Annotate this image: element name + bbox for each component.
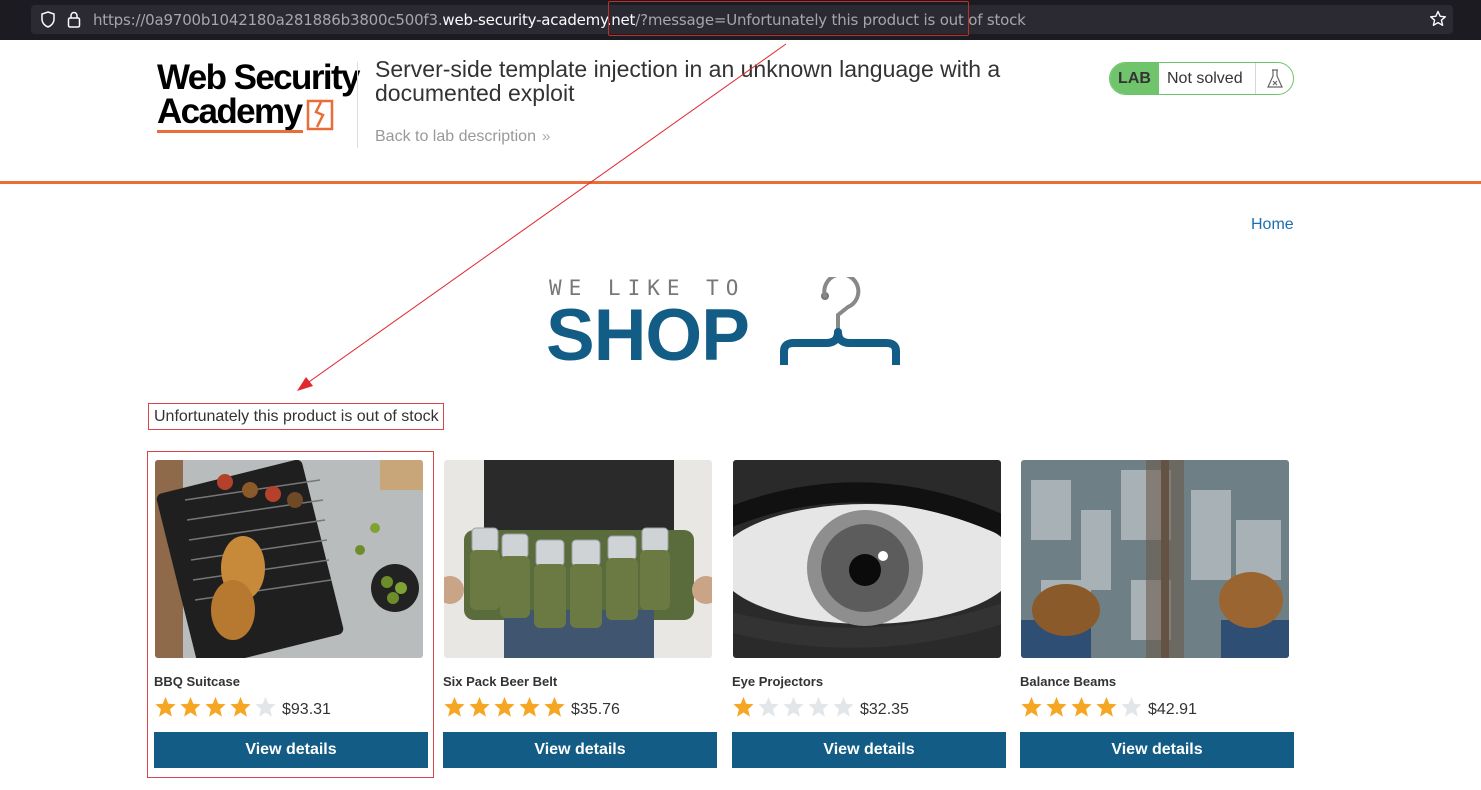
logo-line2: Academy (157, 92, 303, 131)
hanger-icon (780, 277, 900, 365)
product-card: BBQ Suitcase $93.31 View details (154, 460, 428, 768)
double-chevron-right-icon: » (541, 128, 551, 145)
product-name: BBQ Suitcase (154, 674, 240, 689)
shop-logo-text: SHOP (546, 295, 750, 376)
lab-status-text: Not solved (1159, 63, 1256, 94)
product-image-bbq (155, 460, 423, 658)
product-image-beer-belt (444, 460, 712, 658)
product-price: $32.35 (860, 701, 909, 718)
product-card: Six Pack Beer Belt $35.76 View details (443, 460, 717, 768)
lab-header: Web Security Academy Server-side templat… (0, 40, 1481, 184)
logo-underline (157, 130, 303, 133)
product-image-eye (733, 460, 1001, 658)
out-of-stock-message: Unfortunately this product is out of sto… (148, 403, 444, 430)
star-filled-icon (230, 696, 251, 717)
star-empty-icon (1121, 696, 1142, 717)
product-name: Balance Beams (1020, 674, 1117, 689)
back-to-lab-description-link[interactable]: Back to lab description » (375, 128, 550, 146)
star-filled-icon (1071, 696, 1092, 717)
product-image-balance-beams (1021, 460, 1289, 658)
product-rating: $42.91 (1020, 695, 1197, 719)
star-empty-icon (758, 696, 779, 717)
product-rating: $93.31 (154, 695, 331, 719)
academy-logo-icon (306, 99, 334, 131)
product-price: $42.91 (1148, 701, 1197, 718)
back-link-label: Back to lab description (375, 128, 536, 145)
star-empty-icon (833, 696, 854, 717)
url-prefix: https://0a9700b1042180a281886b3800c500f3… (93, 11, 443, 29)
product-name: Six Pack Beer Belt (443, 674, 558, 689)
view-details-button[interactable]: View details (1020, 732, 1294, 768)
star-filled-icon (469, 696, 490, 717)
flask-icon (1256, 63, 1293, 94)
star-filled-icon (155, 696, 176, 717)
browser-toolbar: https://0a9700b1042180a281886b3800c500f3… (0, 0, 1481, 40)
product-card: Eye Projectors $32.35 View details (732, 460, 1006, 768)
star-filled-icon (205, 696, 226, 717)
url-query-highlight (608, 1, 969, 36)
view-details-button[interactable]: View details (732, 732, 1006, 768)
lab-status-badge: LAB Not solved (1109, 62, 1294, 95)
lock-icon[interactable] (67, 11, 81, 28)
star-empty-icon (783, 696, 804, 717)
product-price: $35.76 (571, 701, 620, 718)
star-filled-icon (1096, 696, 1117, 717)
view-details-button[interactable]: View details (154, 732, 428, 768)
star-filled-icon (180, 696, 201, 717)
product-price: $93.31 (282, 701, 331, 718)
star-filled-icon (519, 696, 540, 717)
header-divider (357, 62, 358, 148)
product-rating: $35.76 (443, 695, 620, 719)
shop-logo: WE LIKE TO SHOP (546, 273, 906, 373)
product-card: Balance Beams $42.91 View details (1020, 460, 1294, 768)
star-filled-icon (494, 696, 515, 717)
star-filled-icon (733, 696, 754, 717)
star-filled-icon (1021, 696, 1042, 717)
web-security-academy-logo[interactable]: Web Security Academy (157, 58, 361, 135)
bookmark-star-icon[interactable] (1429, 10, 1447, 28)
star-empty-icon (255, 696, 276, 717)
home-link[interactable]: Home (1251, 216, 1294, 234)
product-rating: $32.35 (732, 695, 909, 719)
lab-tag: LAB (1110, 63, 1159, 94)
star-filled-icon (1046, 696, 1067, 717)
star-filled-icon (544, 696, 565, 717)
view-details-button[interactable]: View details (443, 732, 717, 768)
lab-title: Server-side template injection in an unk… (375, 56, 1001, 106)
star-filled-icon (444, 696, 465, 717)
product-name: Eye Projectors (732, 674, 824, 689)
shield-icon[interactable] (40, 11, 56, 28)
logo-line1: Web Security (157, 58, 361, 97)
star-empty-icon (808, 696, 829, 717)
url-domain: web-security-academy.net (442, 11, 636, 29)
